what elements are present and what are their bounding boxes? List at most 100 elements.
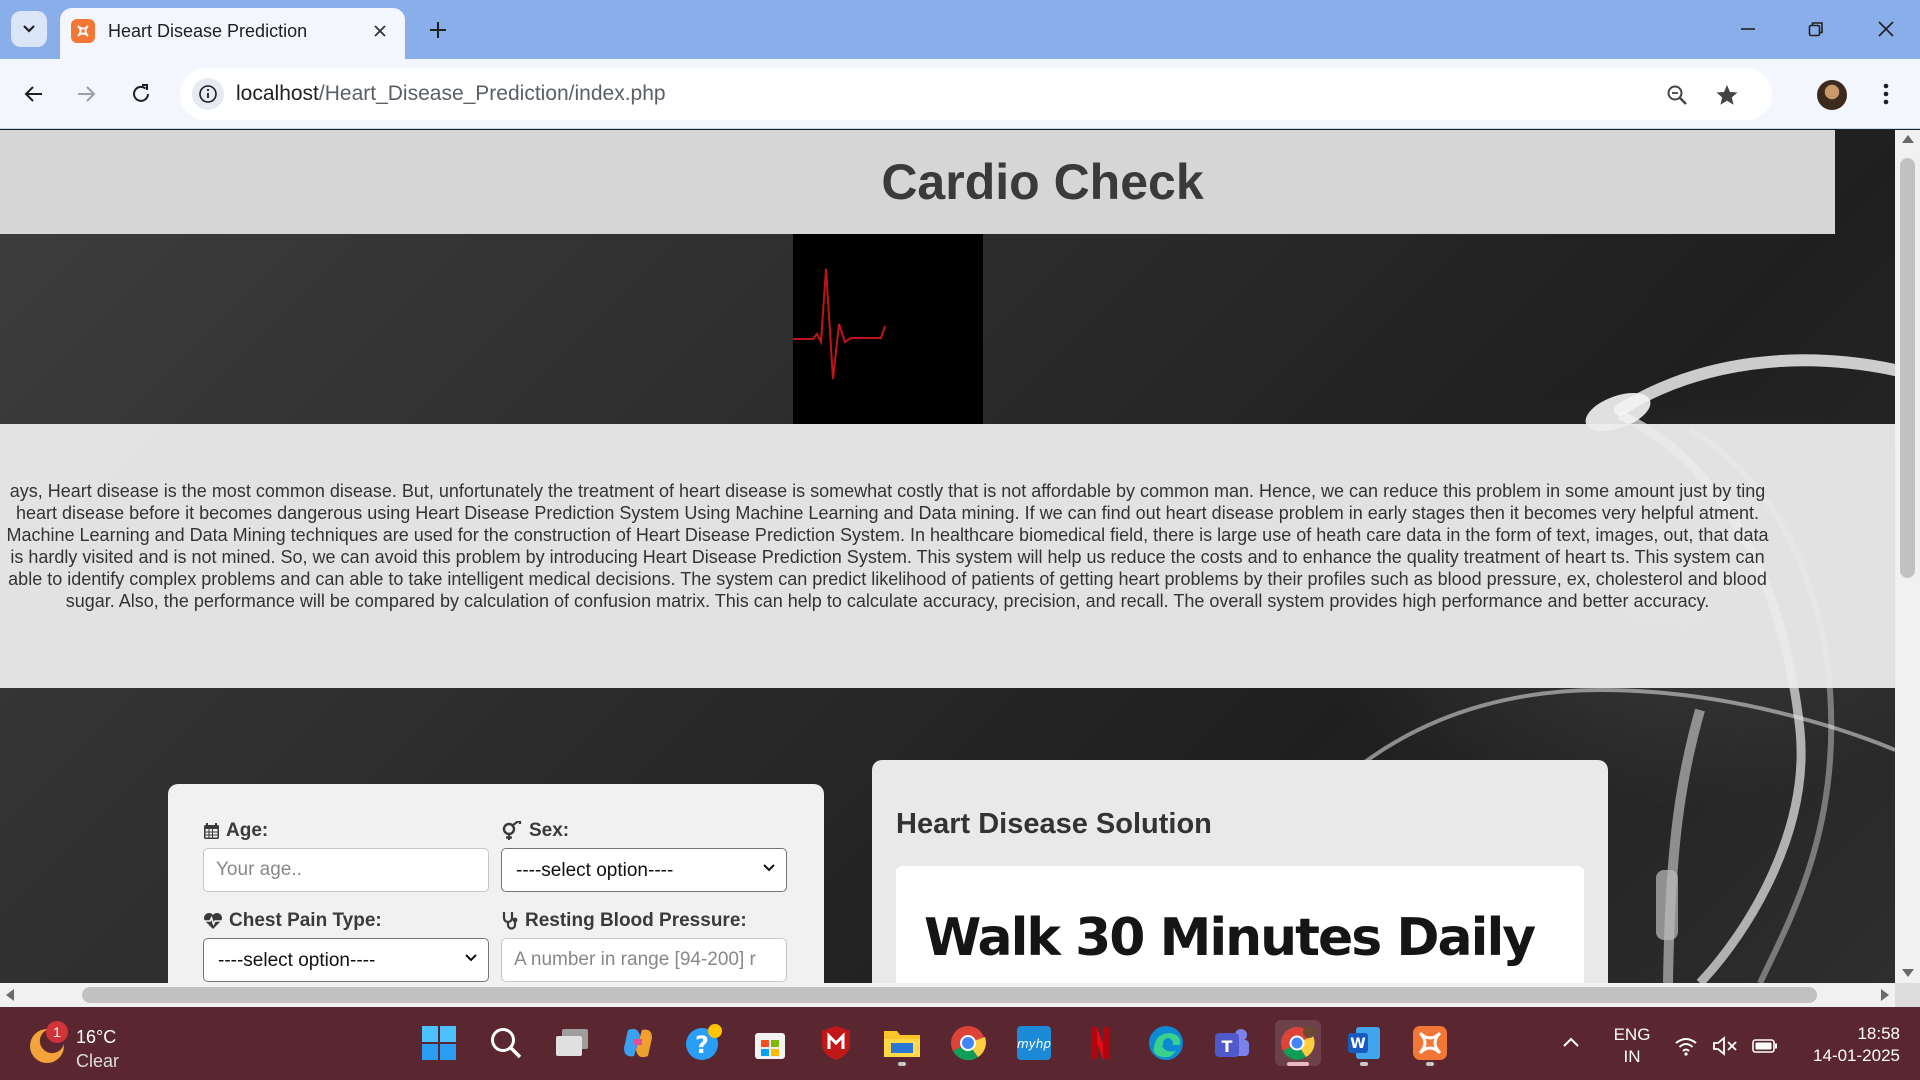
language-code: ENG xyxy=(1613,1025,1651,1044)
show-hidden-icons-button[interactable] xyxy=(1562,1035,1580,1053)
edge-app[interactable] xyxy=(1143,1020,1189,1066)
url-text[interactable]: localhost/Heart_Disease_Prediction/index… xyxy=(236,82,666,106)
browser-menu-button[interactable] xyxy=(1868,76,1904,112)
horizontal-scrollbar[interactable] xyxy=(0,983,1895,1007)
new-tab-button[interactable] xyxy=(422,14,454,46)
zoom-icon[interactable] xyxy=(1662,80,1692,110)
heartbeat-icon xyxy=(204,913,222,929)
battery-icon[interactable] xyxy=(1752,1038,1778,1054)
microsoft-store-app[interactable] xyxy=(747,1020,793,1066)
word-app[interactable]: W xyxy=(1341,1020,1387,1066)
profile-avatar[interactable] xyxy=(1817,80,1847,110)
reload-button[interactable] xyxy=(123,76,159,112)
age-placeholder: Your age.. xyxy=(216,859,302,880)
copilot-icon xyxy=(624,1028,652,1058)
horizontal-scroll-thumb[interactable] xyxy=(82,987,1817,1003)
get-help-app[interactable]: ? xyxy=(681,1020,727,1066)
intro-section: ays, Heart disease is the most common di… xyxy=(0,424,1895,688)
weather-condition: Clear xyxy=(76,1051,120,1071)
weather-temperature: 16°C xyxy=(76,1027,117,1047)
chrome-profile-icon xyxy=(1281,1026,1315,1060)
chest-pain-label: Chest Pain Type: xyxy=(229,910,382,931)
tab-close-icon[interactable] xyxy=(367,18,393,44)
scroll-up-arrow-icon[interactable] xyxy=(1902,135,1914,143)
scroll-right-arrow-icon[interactable] xyxy=(1881,989,1889,1001)
restore-button[interactable] xyxy=(1796,10,1836,48)
region-code: IN xyxy=(1623,1047,1641,1066)
speaker-muted-icon[interactable] xyxy=(1712,1036,1738,1056)
chevron-down-icon xyxy=(465,954,477,962)
wifi-icon[interactable] xyxy=(1674,1036,1698,1056)
system-tray[interactable] xyxy=(1674,1033,1784,1059)
chevron-down-icon xyxy=(763,864,775,872)
calendar-icon xyxy=(204,823,219,839)
arrow-right-icon xyxy=(78,86,96,102)
teams-app[interactable]: T xyxy=(1209,1020,1255,1066)
weather-widget[interactable]: 1 16°C Clear xyxy=(26,1019,146,1071)
file-explorer-app[interactable] xyxy=(879,1020,925,1066)
netflix-app[interactable] xyxy=(1077,1020,1123,1066)
bp-placeholder: A number in range [94-200] r xyxy=(514,949,756,970)
chrome-profile-app-active[interactable] xyxy=(1275,1020,1321,1066)
input-language-indicator[interactable]: ENG IN xyxy=(1612,1024,1652,1068)
more-vert-icon xyxy=(1883,83,1889,105)
bp-input[interactable]: A number in range [94-200] r xyxy=(501,938,787,982)
vertical-scroll-thumb[interactable] xyxy=(1900,158,1915,578)
solution-slide: Walk 30 Minutes Daily xyxy=(896,866,1584,983)
scroll-left-arrow-icon[interactable] xyxy=(6,989,14,1001)
running-indicator xyxy=(1360,1062,1368,1066)
search-button[interactable] xyxy=(483,1020,529,1066)
site-title: Cardio Check xyxy=(881,154,1204,210)
restore-icon xyxy=(1808,22,1823,37)
plus-icon xyxy=(430,22,446,38)
chrome-app[interactable] xyxy=(945,1020,991,1066)
windows-logo-icon xyxy=(422,1026,456,1060)
age-label-row: Age: xyxy=(203,820,268,842)
mcafee-shield-icon xyxy=(822,1026,850,1060)
prediction-form-card: Age: Your age.. Sex: ----select option--… xyxy=(168,784,824,983)
task-view-button[interactable] xyxy=(549,1020,595,1066)
tab-search-button[interactable] xyxy=(11,11,47,47)
taskbar-clock[interactable]: 18:58 14-01-2025 xyxy=(1790,1023,1900,1067)
forward-button[interactable] xyxy=(68,76,104,112)
back-button[interactable] xyxy=(16,76,52,112)
chest-pain-select[interactable]: ----select option---- xyxy=(203,938,489,982)
mcafee-app[interactable] xyxy=(813,1020,859,1066)
bp-label: Resting Blood Pressure: xyxy=(525,910,747,931)
start-button[interactable] xyxy=(416,1020,462,1066)
xampp-app[interactable] xyxy=(1407,1020,1453,1066)
minimize-icon xyxy=(1741,28,1755,30)
xampp-favicon-icon xyxy=(71,19,95,43)
url-host: localhost xyxy=(236,82,319,105)
solution-headline: Walk 30 Minutes Daily xyxy=(924,908,1536,968)
teams-icon: T xyxy=(1215,1029,1249,1057)
xampp-icon xyxy=(1413,1026,1447,1060)
scroll-down-arrow-icon[interactable] xyxy=(1902,969,1914,977)
svg-text:W: W xyxy=(1350,1036,1365,1052)
browser-tabstrip: Heart Disease Prediction xyxy=(0,0,1920,59)
browser-toolbar: localhost/Heart_Disease_Prediction/index… xyxy=(0,59,1920,129)
clock-time: 18:58 xyxy=(1857,1024,1900,1043)
minimize-button[interactable] xyxy=(1728,10,1768,48)
address-bar[interactable]: localhost/Heart_Disease_Prediction/index… xyxy=(180,68,1772,120)
sex-select-value: ----select option---- xyxy=(516,860,674,881)
myhp-icon: myhp xyxy=(1017,1026,1051,1060)
bookmark-star-icon[interactable] xyxy=(1712,80,1742,110)
vertical-scrollbar[interactable] xyxy=(1895,130,1920,983)
sex-select[interactable]: ----select option---- xyxy=(501,848,787,892)
copilot-app[interactable] xyxy=(615,1020,661,1066)
myhp-app[interactable]: myhp xyxy=(1011,1020,1057,1066)
site-info-icon[interactable] xyxy=(192,78,224,110)
close-window-button[interactable] xyxy=(1866,10,1906,48)
scrollbar-corner xyxy=(1895,983,1920,1007)
browser-tab-active[interactable]: Heart Disease Prediction xyxy=(60,8,405,59)
task-view-icon xyxy=(556,1029,588,1056)
bp-label-row: Resting Blood Pressure: xyxy=(501,910,747,932)
age-input[interactable]: Your age.. xyxy=(203,848,489,892)
edge-icon xyxy=(1149,1026,1183,1060)
url-path: /Heart_Disease_Prediction/index.php xyxy=(318,82,666,105)
weather-badge: 1 xyxy=(46,1021,68,1043)
clock-date: 14-01-2025 xyxy=(1813,1046,1900,1065)
site-header: Cardio Check xyxy=(0,130,1835,234)
intro-paragraph: ays, Heart disease is the most common di… xyxy=(6,481,1769,611)
